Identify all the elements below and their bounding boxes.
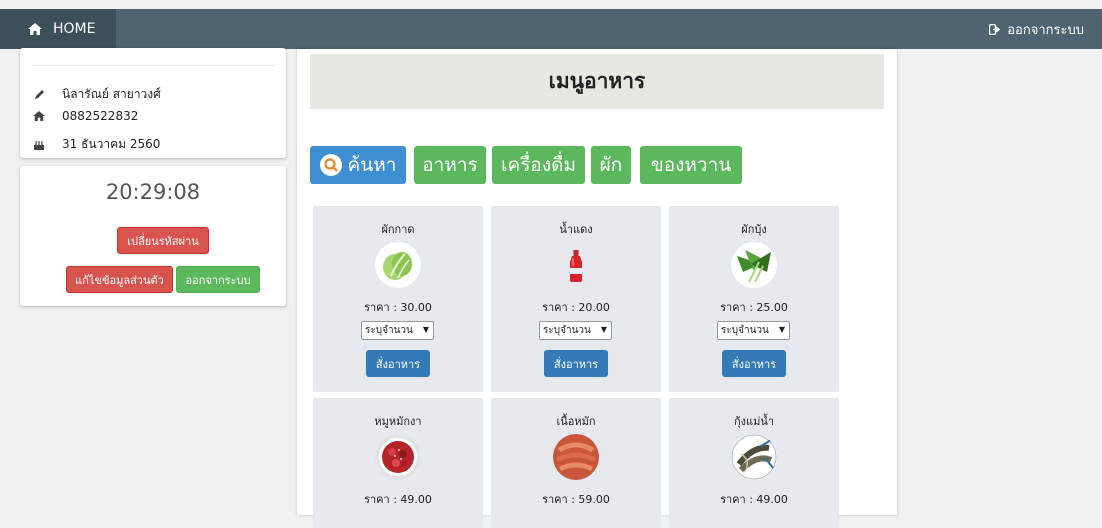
- profile-phone-row: 0882522832: [32, 109, 138, 123]
- clock-card: 20:29:08 เปลี่ยนรหัสผ่าน แก้ไขข้อมูลส่วน…: [20, 166, 286, 306]
- food-card: ผักบุ้ง ราคา : 25.00 ระบุจำนวน ▼ สั่งอาห…: [669, 206, 839, 392]
- river-prawn-icon: [731, 434, 777, 480]
- clock-time: 20:29:08: [105, 180, 201, 204]
- marinated-beef-icon: [553, 434, 599, 480]
- food-card: หมูหมักงา ราคา : 49.00: [313, 398, 483, 528]
- food-card: ผักกาด ราคา : 30.00 ระบุจำนวน ▼ สั่งอาหา…: [313, 206, 483, 392]
- food-price: ราคา : 49.00: [720, 493, 788, 506]
- profile-phone: 0882522832: [62, 109, 139, 123]
- marinated-pork-icon: [375, 434, 421, 480]
- logout-button[interactable]: ออกจากระบบ: [176, 266, 260, 293]
- food-card: กุ้งแม่น้ำ ราคา : 49.00: [669, 398, 839, 528]
- food-name: ผักกาด: [381, 223, 415, 236]
- order-button[interactable]: สั่งอาหาร: [366, 350, 430, 377]
- quantity-select-value: ระบุจำนวน: [721, 325, 769, 336]
- lettuce-icon: [375, 242, 421, 288]
- search-icon: [319, 154, 342, 176]
- food-price: ราคา : 25.00: [720, 301, 788, 314]
- quantity-select[interactable]: ระบุจำนวน ▼: [539, 321, 612, 340]
- food-name: ผักบุ้ง: [741, 223, 767, 236]
- change-password-button[interactable]: เปลี่ยนรหัสผ่าน: [117, 227, 209, 254]
- profile-name: นิลารัณย์ สายาวงศ์: [62, 87, 161, 101]
- profile-date-row: 31 ธันวาคม 2560: [32, 135, 160, 154]
- home-nav-button[interactable]: HOME: [0, 9, 116, 49]
- top-navbar: HOME ออกจากระบบ: [0, 9, 1102, 49]
- birthday-cake-icon: [32, 138, 46, 152]
- food-name: น้ำแดง: [559, 223, 593, 236]
- order-button[interactable]: สั่งอาหาร: [544, 350, 608, 377]
- morning-glory-icon: [731, 242, 777, 288]
- food-price: ราคา : 20.00: [542, 301, 610, 314]
- red-soda-bottle-icon: [570, 250, 582, 282]
- food-card: น้ำแดง ราคา : 20.00 ระบุจำนวน ▼ สั่งอาหา…: [491, 206, 661, 392]
- edit-profile-button[interactable]: แก้ไขข้อมูลส่วนตัว: [66, 266, 173, 293]
- quantity-select[interactable]: ระบุจำนวน ▼: [361, 321, 434, 340]
- home-icon: [28, 23, 42, 35]
- chevron-down-icon: ▼: [600, 325, 607, 334]
- home-label: HOME: [53, 21, 96, 37]
- quantity-select-value: ระบุจำนวน: [543, 325, 591, 336]
- chevron-down-icon: ▼: [422, 325, 429, 334]
- search-button[interactable]: ค้นหา: [310, 146, 406, 184]
- profile-card: นิลารัณย์ สายาวงศ์ 0882522832 31 ธันวาคม…: [20, 48, 286, 158]
- menu-title: เมนูอาหาร: [310, 54, 884, 109]
- category-desserts-button[interactable]: ของหวาน: [640, 146, 742, 184]
- food-name: กุ้งแม่น้ำ: [733, 415, 775, 428]
- chevron-down-icon: ▼: [778, 325, 785, 334]
- profile-name-row: นิลารัณย์ สายาวงศ์: [32, 85, 161, 104]
- search-label: ค้นหา: [347, 154, 397, 176]
- food-name: หมูหมักงา: [374, 415, 422, 428]
- quantity-select[interactable]: ระบุจำนวน ▼: [717, 321, 790, 340]
- order-button[interactable]: สั่งอาหาร: [722, 350, 786, 377]
- logout-top-label: ออกจากระบบ: [1007, 22, 1084, 38]
- category-drinks-button[interactable]: เครื่องดื่ม: [492, 146, 585, 184]
- quantity-select-value: ระบุจำนวน: [365, 325, 413, 336]
- category-vegetables-button[interactable]: ผัก: [591, 146, 631, 184]
- home-icon: [32, 109, 46, 123]
- sign-out-icon: [989, 23, 1001, 35]
- pencil-icon: [32, 88, 46, 102]
- category-food-button[interactable]: อาหาร: [414, 146, 486, 184]
- logout-top-link[interactable]: ออกจากระบบ: [989, 9, 1084, 49]
- food-price: ราคา : 59.00: [542, 493, 610, 506]
- food-card: เนื้อหมัก ราคา : 59.00: [491, 398, 661, 528]
- profile-divider: [32, 65, 274, 66]
- menu-panel: เมนูอาหาร ค้นหา อาหาร เครื่องดื่ม ผัก ขอ…: [297, 49, 897, 528]
- food-name: เนื้อหมัก: [556, 415, 596, 428]
- profile-date: 31 ธันวาคม 2560: [62, 137, 161, 151]
- food-price: ราคา : 49.00: [364, 493, 432, 506]
- food-price: ราคา : 30.00: [364, 301, 432, 314]
